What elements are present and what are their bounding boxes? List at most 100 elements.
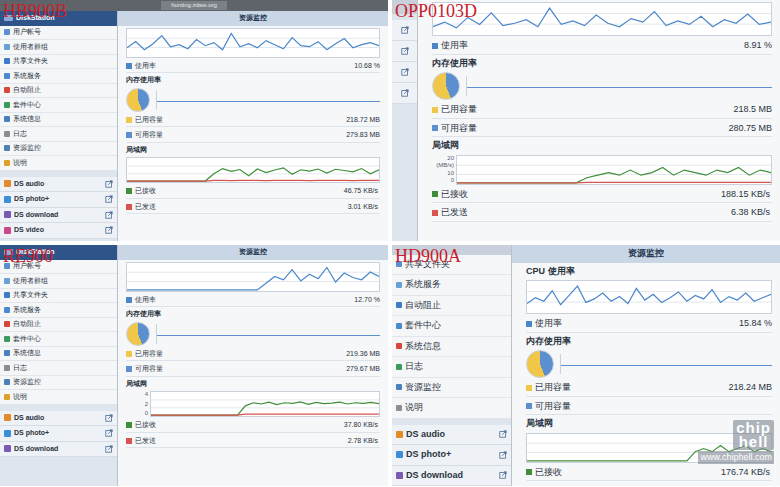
sidebar-item[interactable]: 系统信息: [0, 113, 117, 128]
app-item[interactable]: DS photo+: [0, 426, 117, 442]
app-icon: [4, 180, 11, 187]
sidebar-item[interactable]: 资源监控: [0, 142, 117, 157]
open-window-icon[interactable]: [401, 68, 409, 76]
sidebar-item[interactable]: 共享文件夹: [0, 55, 117, 70]
address-field[interactable]: hunting.zdwe.org: [161, 1, 227, 10]
app-item[interactable]: DS download: [0, 442, 117, 458]
app-item[interactable]: [392, 83, 417, 104]
sidebar-item-label[interactable]: 自动阻止: [405, 299, 441, 313]
sidebar-item-label[interactable]: 共享文件夹: [13, 290, 48, 301]
open-window-icon[interactable]: [105, 445, 113, 453]
sidebar-item-label[interactable]: 说明: [405, 401, 423, 415]
open-window-icon[interactable]: [401, 26, 409, 34]
app-label[interactable]: DS download: [14, 444, 102, 455]
open-window-icon[interactable]: [105, 429, 113, 437]
sidebar-item-label[interactable]: 资源监控: [405, 381, 441, 395]
sidebar-item[interactable]: 系统信息: [0, 347, 117, 362]
sidebar-item[interactable]: 套件中心: [0, 332, 117, 347]
sidebar-item-label[interactable]: 系统服务: [13, 305, 41, 316]
sidebar-item-label[interactable]: 系统服务: [405, 278, 441, 292]
sidebar-item[interactable]: 系统服务: [0, 69, 117, 84]
open-window-icon[interactable]: [105, 226, 113, 234]
app-label[interactable]: DS download: [406, 469, 496, 483]
sidebar-item[interactable]: 说明: [0, 156, 117, 171]
app-label[interactable]: DS audio: [14, 179, 102, 190]
open-window-icon[interactable]: [105, 180, 113, 188]
sidebar-item-label[interactable]: 系统信息: [405, 340, 441, 354]
sidebar-item-label[interactable]: 资源监控: [13, 377, 41, 388]
app-item[interactable]: DS video: [0, 223, 117, 239]
sidebar-item[interactable]: 说明: [392, 398, 511, 419]
line-chart: [150, 391, 380, 417]
sidebar-item-label[interactable]: 使用者群组: [13, 42, 48, 53]
sidebar-item[interactable]: 日志: [392, 357, 511, 378]
sidebar-item-label[interactable]: 套件中心: [13, 334, 41, 345]
app-label[interactable]: DS audio: [14, 413, 102, 424]
sidebar-item-label[interactable]: 自动阻止: [13, 85, 41, 96]
app-item[interactable]: [392, 20, 417, 41]
sidebar-item[interactable]: 自动阻止: [0, 318, 117, 333]
sidebar-item-label[interactable]: 共享文件夹: [13, 56, 48, 67]
sidebar-item[interactable]: 日志: [0, 127, 117, 142]
screen: DiskStation用户帐号使用者群组共享文件夹系统服务自动阻止套件中心系统信…: [0, 245, 388, 486]
sidebar-item-label[interactable]: 系统信息: [13, 114, 41, 125]
open-window-icon[interactable]: [401, 47, 409, 55]
open-window-icon[interactable]: [401, 89, 409, 97]
open-window-icon[interactable]: [499, 451, 507, 459]
memory-chart: [526, 350, 772, 378]
sidebar-item[interactable]: 自动阻止: [0, 84, 117, 99]
sidebar-item[interactable]: 使用者群组: [0, 274, 117, 289]
app-item[interactable]: DS audio: [0, 411, 117, 427]
app-item[interactable]: [392, 62, 417, 83]
app-label[interactable]: DS video: [14, 225, 102, 236]
sidebar-item[interactable]: 使用者群组: [0, 40, 117, 55]
app-item[interactable]: DS audio: [0, 177, 117, 193]
sidebar-item-label[interactable]: 系统服务: [13, 71, 41, 82]
app-item[interactable]: DS audio: [392, 425, 511, 446]
app-item[interactable]: DS photo+: [392, 445, 511, 466]
app-label[interactable]: DS photo+: [14, 194, 102, 205]
sidebar-item-label[interactable]: 用户帐号: [13, 27, 41, 38]
sidebar-item[interactable]: 资源监控: [0, 376, 117, 391]
sidebar-item-label[interactable]: 日志: [405, 360, 423, 374]
app-label[interactable]: DS photo+: [14, 428, 102, 439]
app-item[interactable]: [392, 41, 417, 62]
sidebar-item[interactable]: 说明: [0, 390, 117, 405]
app-label[interactable]: DS download: [14, 210, 102, 221]
sidebar-item-label[interactable]: 套件中心: [405, 319, 441, 333]
legend-row: 已用容量218.5 MB: [432, 102, 772, 119]
open-window-icon[interactable]: [499, 430, 507, 438]
y-axis: 420: [126, 391, 148, 417]
sidebar-item[interactable]: 用户帐号: [0, 26, 117, 41]
sidebar-item[interactable]: 套件中心: [0, 98, 117, 113]
sidebar-item-label[interactable]: 说明: [13, 158, 27, 169]
open-window-icon[interactable]: [105, 195, 113, 203]
sidebar-item-label[interactable]: 说明: [13, 392, 27, 403]
chart-series-line: [457, 181, 771, 183]
open-window-icon[interactable]: [105, 211, 113, 219]
sidebar-item[interactable]: 资源监控: [392, 378, 511, 399]
sidebar-item-label[interactable]: 系统信息: [13, 348, 41, 359]
sidebar-item-label[interactable]: 资源监控: [13, 143, 41, 154]
item-icon: [4, 29, 10, 35]
sidebar-item[interactable]: 套件中心: [392, 316, 511, 337]
chart-series-line: [151, 402, 379, 415]
app-label[interactable]: DS photo+: [406, 448, 496, 462]
open-window-icon[interactable]: [499, 471, 507, 479]
open-window-icon[interactable]: [105, 414, 113, 422]
sidebar-item-label[interactable]: 日志: [13, 129, 27, 140]
sidebar-item[interactable]: 系统服务: [392, 275, 511, 296]
sidebar-item[interactable]: 系统服务: [0, 303, 117, 318]
sidebar-item[interactable]: 系统信息: [392, 337, 511, 358]
app-label[interactable]: DS audio: [406, 428, 496, 442]
sidebar-item-label[interactable]: 日志: [13, 363, 27, 374]
app-item[interactable]: DS download: [392, 466, 511, 487]
sidebar-item[interactable]: 共享文件夹: [0, 289, 117, 304]
app-item[interactable]: DS download: [0, 208, 117, 224]
sidebar-item-label[interactable]: 自动阻止: [13, 319, 41, 330]
sidebar-item[interactable]: 自动阻止: [392, 296, 511, 317]
sidebar-item-label[interactable]: 使用者群组: [13, 276, 48, 287]
sidebar-item-label[interactable]: 套件中心: [13, 100, 41, 111]
app-item[interactable]: DS photo+: [0, 192, 117, 208]
sidebar-item[interactable]: 日志: [0, 361, 117, 376]
